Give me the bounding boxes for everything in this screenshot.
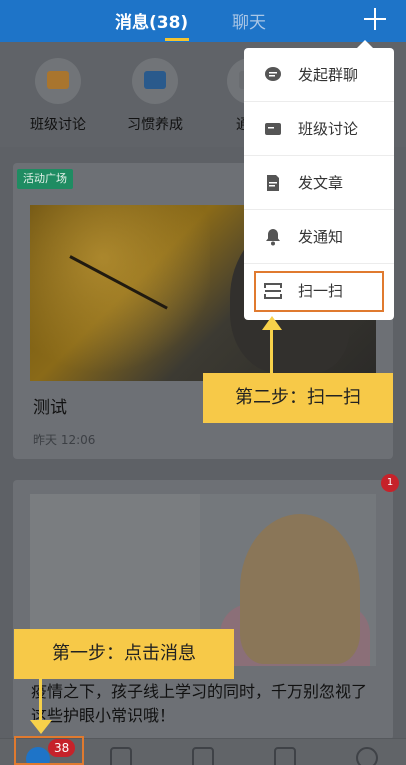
class-discussion-icon — [47, 71, 69, 89]
messages-highlight-box — [14, 736, 84, 765]
menu-item-label: 发文章 — [298, 174, 344, 192]
shortcut-label: 班级讨论 — [30, 117, 86, 133]
menu-item-label: 班级讨论 — [298, 120, 359, 138]
activity-tag: 活动广场 — [17, 169, 73, 189]
feed-card[interactable]: 1 疫情之下，孩子线上学习的同时，千万别忽视了这些护眼小常识哦！ — [13, 474, 399, 740]
document-icon — [267, 175, 279, 191]
arrow-up-icon — [262, 316, 282, 376]
nav-profile[interactable] — [354, 743, 380, 765]
menu-item-article[interactable]: 发文章 — [244, 156, 394, 210]
menu-item-class-discussion[interactable]: 班级讨论 — [244, 102, 394, 156]
unread-badge: 1 — [381, 474, 399, 492]
menu-item-group-chat[interactable]: 发起群聊 — [244, 48, 394, 102]
contacts-icon — [274, 747, 296, 765]
chat-bubble-icon — [265, 67, 281, 81]
menu-item-label: 发起群聊 — [298, 66, 359, 84]
tab-chat[interactable]: 聊天 — [232, 8, 266, 33]
top-bar: 消息(38) 聊天 — [0, 0, 406, 42]
callout-step2: 第二步：扫一扫 — [203, 373, 393, 423]
menu-item-notice[interactable]: 发通知 — [244, 210, 394, 264]
class-discussion-icon — [265, 123, 281, 135]
scan-highlight-box — [254, 271, 384, 312]
nav-contacts[interactable] — [272, 743, 298, 765]
tab-messages[interactable]: 消息(38) — [115, 8, 188, 33]
card-title: 测试 — [33, 398, 67, 418]
home-icon — [110, 747, 132, 765]
calendar-check-icon — [144, 71, 166, 89]
shortcut-class-discussion[interactable]: 班级讨论 — [13, 58, 103, 134]
tab-active-indicator — [165, 38, 189, 41]
nav-apps[interactable] — [190, 743, 216, 765]
callout-step1: 第一步：点击消息 — [14, 629, 234, 679]
menu-item-label: 发通知 — [298, 228, 344, 246]
nav-home[interactable] — [108, 743, 134, 765]
card-time: 昨天 12:06 — [33, 433, 96, 447]
apps-icon — [192, 747, 214, 765]
card-title: 疫情之下，孩子线上学习的同时，千万别忽视了这些护眼小常识哦！ — [31, 682, 368, 725]
plus-icon[interactable] — [362, 6, 388, 32]
shortcut-habit[interactable]: 习惯养成 — [110, 58, 200, 134]
arrow-down-icon — [30, 678, 52, 736]
bell-icon — [266, 229, 280, 246]
shortcut-label: 习惯养成 — [127, 117, 183, 133]
profile-icon — [356, 747, 378, 765]
